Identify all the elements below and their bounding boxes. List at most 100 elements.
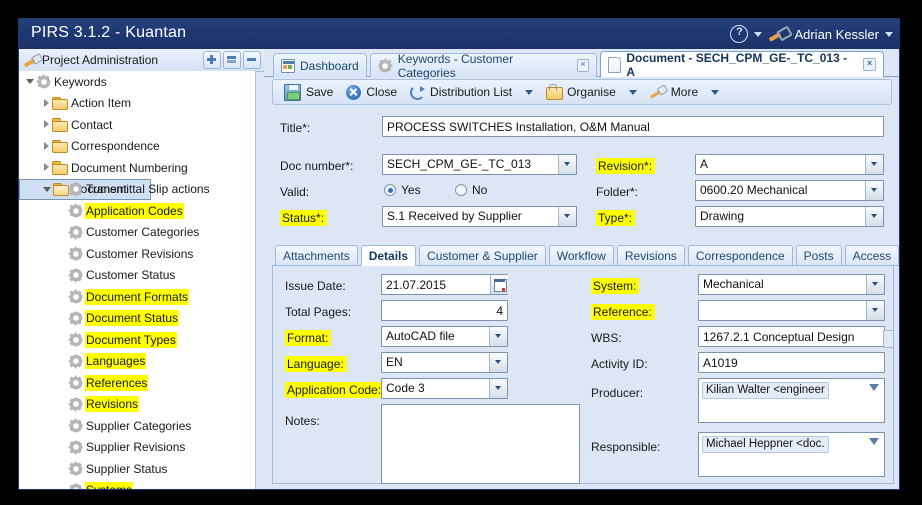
- application-code-select[interactable]: Code 3: [381, 378, 508, 399]
- tree-item[interactable]: Languages: [19, 351, 255, 373]
- wrench-icon[interactable]: [768, 26, 788, 42]
- document-tab-label: Document - SECH_CPM_GE-_TC_013 - A: [626, 50, 848, 79]
- producer-picker[interactable]: Kilian Walter <engineer: [698, 378, 885, 423]
- detail-tab-posts[interactable]: Posts: [795, 245, 842, 266]
- format-select[interactable]: AutoCAD file: [381, 326, 508, 347]
- notes-label: Notes:: [285, 414, 320, 428]
- chevron-down-icon[interactable]: [628, 89, 637, 95]
- detail-tab-attachments[interactable]: Attachments: [275, 245, 358, 266]
- gear-icon: [68, 268, 83, 283]
- title-input[interactable]: [382, 116, 884, 137]
- distribution-list-button[interactable]: Distribution List: [406, 83, 516, 102]
- calendar-icon[interactable]: [490, 275, 508, 294]
- close-button[interactable]: Close: [342, 83, 401, 102]
- tree-item[interactable]: Customer Categories: [19, 222, 255, 244]
- tree-item[interactable]: Document Numbering: [19, 157, 255, 179]
- tree-item[interactable]: Revisions: [19, 394, 255, 416]
- doc-number-select[interactable]: SECH_CPM_GE-_TC_013: [382, 154, 577, 175]
- status-chevron-down-icon: [558, 207, 576, 226]
- tree-closed-arrow-icon[interactable]: [41, 141, 52, 152]
- collapse-level-button[interactable]: [223, 51, 241, 69]
- user-chevron-down-icon[interactable]: [885, 31, 893, 37]
- document-tab[interactable]: Keywords - Customer Categories ×: [369, 52, 598, 80]
- keyword-tree[interactable]: Keywords Action Item Contact Correspondence…: [19, 71, 256, 489]
- status-select[interactable]: S.1 Received by Supplier: [382, 206, 577, 227]
- user-name-label[interactable]: Adrian Kessler: [794, 27, 879, 42]
- tree-item[interactable]: Customer Revisions: [19, 243, 255, 265]
- tree-item[interactable]: Application Codes: [19, 200, 255, 222]
- tree-closed-arrow-icon[interactable]: [41, 162, 52, 173]
- organise-button[interactable]: Organise: [542, 83, 620, 101]
- detail-tab-workflow[interactable]: Workflow: [548, 245, 614, 266]
- tree-item[interactable]: Transmittal Slip actions: [19, 179, 255, 201]
- document-tab[interactable]: Dashboard: [273, 53, 367, 77]
- chevron-down-icon[interactable]: [711, 89, 720, 95]
- detail-tab-access[interactable]: Access: [844, 245, 899, 266]
- question-mark-icon[interactable]: ?: [730, 25, 749, 43]
- total-pages-input[interactable]: [381, 300, 508, 321]
- detail-tab-strip[interactable]: Attachments Details Customer & Supplier Wor…: [272, 245, 899, 267]
- tree-item[interactable]: Supplier Revisions: [19, 437, 255, 459]
- responsible-picker[interactable]: Michael Heppner <doc.: [698, 432, 885, 477]
- document-toolbar[interactable]: Save Close Distribution List Organise More: [272, 79, 892, 105]
- document-icon: [608, 56, 622, 73]
- activity-id-input[interactable]: [698, 352, 885, 373]
- folder-select[interactable]: 0600.20 Mechanical: [695, 180, 884, 201]
- notes-textarea[interactable]: [381, 404, 580, 484]
- responsible-chevron-down-icon[interactable]: [869, 438, 879, 445]
- wbs-input[interactable]: [698, 326, 885, 347]
- detail-tab-customer-supplier[interactable]: Customer & Supplier: [419, 245, 546, 266]
- collapse-all-button[interactable]: [243, 51, 261, 69]
- issue-date-input[interactable]: [381, 274, 508, 295]
- revision-chevron-down-icon: [865, 155, 883, 174]
- total-pages-label: Total Pages:: [285, 305, 352, 319]
- responsible-label: Responsible:: [591, 440, 661, 454]
- details-scroll-thumb[interactable]: [883, 330, 894, 348]
- tree-item[interactable]: References: [19, 372, 255, 394]
- tree-closed-arrow-icon[interactable]: [41, 98, 52, 109]
- details-scrollbar[interactable]: [883, 266, 894, 483]
- tree-item-label: Application Codes: [85, 202, 184, 219]
- language-select[interactable]: EN: [381, 352, 508, 373]
- sidebar-title: Project Administration: [42, 53, 159, 67]
- revision-select[interactable]: A: [695, 154, 884, 175]
- responsible-chip[interactable]: Michael Heppner <doc.: [702, 436, 829, 453]
- chevron-down-icon[interactable]: [525, 89, 534, 95]
- tree-closed-arrow-icon[interactable]: [41, 119, 52, 130]
- producer-chip[interactable]: Kilian Walter <engineer: [702, 382, 829, 399]
- tree-item[interactable]: Correspondence: [19, 136, 255, 158]
- system-select[interactable]: Mechanical: [698, 274, 885, 295]
- type-select[interactable]: Drawing: [695, 206, 884, 227]
- detail-tab-revisions[interactable]: Revisions: [616, 245, 685, 266]
- tree-item[interactable]: Customer Status: [19, 265, 255, 287]
- language-label: Language:: [285, 356, 347, 372]
- tree-item[interactable]: Contact: [19, 114, 255, 136]
- tree-item[interactable]: Systems: [19, 480, 255, 489]
- producer-chevron-down-icon[interactable]: [869, 384, 879, 391]
- document-tab-strip[interactable]: Dashboard Keywords - Customer Categories ×…: [264, 49, 899, 80]
- tree-item[interactable]: Keywords: [19, 71, 255, 93]
- tree-item[interactable]: Supplier Status: [19, 458, 255, 480]
- help-chevron-down-icon[interactable]: [754, 31, 763, 37]
- tree-item[interactable]: Action Item: [19, 93, 255, 115]
- language-chevron-down-icon: [489, 353, 507, 372]
- more-button[interactable]: More: [646, 83, 702, 101]
- close-icon[interactable]: ×: [863, 58, 877, 71]
- tree-item[interactable]: Document Formats: [19, 286, 255, 308]
- save-button[interactable]: Save: [280, 82, 337, 103]
- document-tab[interactable]: Document - SECH_CPM_GE-_TC_013 - A ×: [600, 50, 885, 79]
- reference-select[interactable]: [698, 300, 885, 321]
- detail-tab-details[interactable]: Details: [360, 245, 417, 266]
- expand-all-button[interactable]: [203, 51, 221, 69]
- detail-tab-correspondence[interactable]: Correspondence: [687, 245, 793, 266]
- valid-yes-radio[interactable]: Yes: [384, 183, 421, 197]
- tree-open-arrow-icon[interactable]: [25, 76, 36, 87]
- tree-item[interactable]: Supplier Categories: [19, 415, 255, 437]
- close-icon[interactable]: ×: [576, 59, 590, 72]
- valid-no-radio[interactable]: No: [455, 183, 487, 197]
- tree-item[interactable]: Document Types: [19, 329, 255, 351]
- tree-item[interactable]: Document Status: [19, 308, 255, 330]
